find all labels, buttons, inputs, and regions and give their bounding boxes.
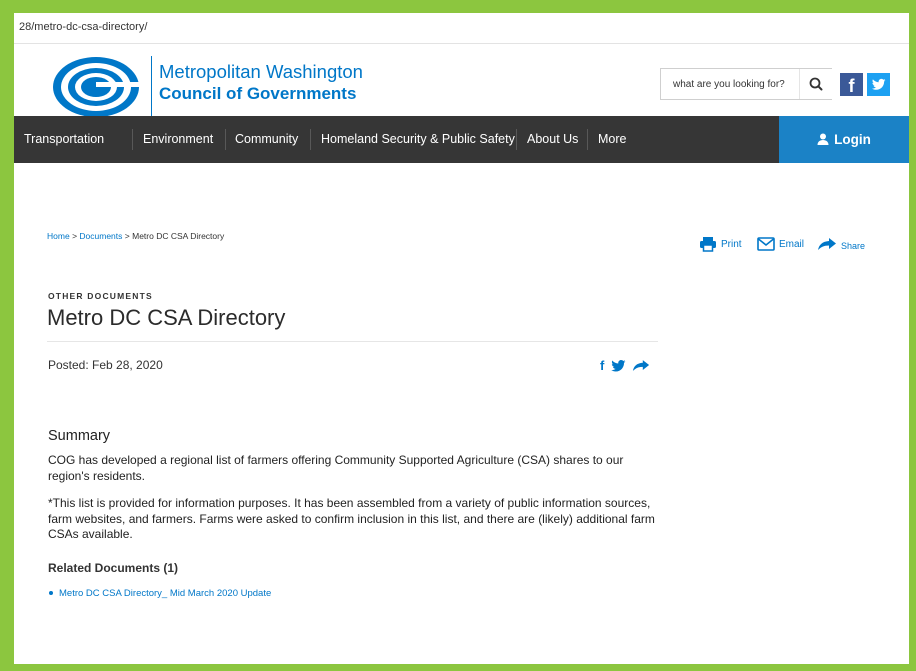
facebook-icon[interactable]: f [840, 73, 863, 96]
document-category: OTHER DOCUMENTS [48, 291, 153, 301]
nav-divider [310, 129, 311, 150]
related-documents-heading: Related Documents (1) [48, 561, 179, 575]
bullet-icon [49, 591, 53, 596]
email-link[interactable]: Email [779, 239, 804, 250]
search-input[interactable] [661, 69, 799, 99]
disclaimer-paragraph: *This list is provided for information p… [48, 496, 655, 541]
url-text[interactable]: 28/metro-dc-csa-directory/ [19, 21, 147, 33]
related-document-title[interactable]: Metro DC CSA Directory_ Mid March 2020 U… [59, 588, 271, 599]
posted-date: Posted: Feb 28, 2020 [48, 358, 163, 372]
twitter-share-icon[interactable] [611, 360, 626, 372]
twitter-icon[interactable] [867, 73, 890, 96]
print-link[interactable]: Print [721, 239, 742, 250]
breadcrumb-home[interactable]: Home [47, 231, 70, 241]
share-link[interactable]: Share [841, 241, 865, 251]
summary-heading: Summary [48, 428, 111, 444]
share-icon[interactable] [817, 237, 837, 251]
nav-transportation[interactable]: Transportation [24, 116, 104, 163]
nav-about-us[interactable]: About Us [527, 116, 578, 163]
search-icon [809, 77, 823, 91]
login-button[interactable]: Login [779, 116, 909, 163]
nav-environment[interactable]: Environment [143, 116, 213, 163]
print-icon[interactable] [699, 236, 717, 252]
org-name-line2: Council of Governments [159, 84, 357, 103]
search-box [660, 68, 832, 100]
summary-paragraph: COG has developed a regional list of far… [48, 453, 624, 483]
main-nav: Transportation Environment Community Hom… [14, 116, 909, 163]
email-icon[interactable] [757, 237, 775, 251]
nav-community[interactable]: Community [235, 116, 298, 163]
nav-homeland-security[interactable]: Homeland Security & Public Safety [321, 116, 515, 163]
nav-divider [516, 129, 517, 150]
breadcrumb-documents[interactable]: Documents [79, 231, 122, 241]
cog-logo-icon[interactable] [52, 56, 140, 118]
share-arrow-icon[interactable] [632, 359, 650, 372]
page-title: Metro DC CSA Directory [47, 305, 286, 330]
breadcrumb-separator: > [72, 231, 78, 241]
nav-more[interactable]: More [598, 116, 626, 163]
social-share: f [597, 358, 657, 374]
user-icon [817, 133, 829, 145]
related-document-link[interactable]: Metro DC CSA Directory_ Mid March 2020 U… [49, 588, 271, 599]
org-name-line1: Metropolitan Washington [159, 61, 363, 82]
address-bar[interactable]: 28/metro-dc-csa-directory/ [14, 13, 909, 44]
title-divider [47, 341, 658, 342]
org-name[interactable]: Metropolitan Washington Council of Gover… [151, 56, 363, 118]
twitter-bird-icon [872, 78, 886, 90]
breadcrumb-separator: > [124, 231, 130, 241]
search-button[interactable] [799, 69, 832, 99]
page-tools: Print Email Share [695, 236, 895, 256]
nav-divider [587, 129, 588, 150]
nav-divider [225, 129, 226, 150]
login-label: Login [834, 132, 871, 147]
breadcrumb: Home > Documents > Metro DC CSA Director… [47, 231, 224, 241]
breadcrumb-current: Metro DC CSA Directory [132, 231, 225, 241]
nav-divider [132, 129, 133, 150]
facebook-share-icon[interactable]: f [600, 358, 604, 374]
